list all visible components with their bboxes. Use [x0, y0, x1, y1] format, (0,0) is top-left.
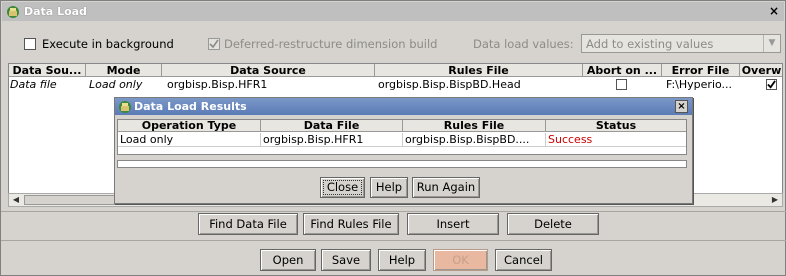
window-title: Data Load: [24, 5, 87, 18]
close-button[interactable]: Close: [320, 177, 365, 198]
help-button[interactable]: Help: [370, 177, 408, 198]
data-load-results-dialog: Data Load Results × Operation Type Data …: [114, 97, 693, 204]
cell-mode[interactable]: Load only: [88, 78, 162, 91]
ok-button[interactable]: OK: [433, 249, 488, 271]
cell-data-file[interactable]: orgbisp.Bisp.HFR1: [261, 133, 403, 146]
dialog-titlebar: Data Load Results: [115, 98, 692, 115]
deferred-restructure-label: Deferred-restructure dimension build: [224, 37, 438, 51]
find-data-file-button[interactable]: Find Data File: [198, 213, 298, 235]
cell-error-file[interactable]: F:\Hyperio...: [665, 78, 740, 91]
help-button[interactable]: Help: [378, 249, 426, 271]
close-icon[interactable]: ×: [675, 100, 688, 113]
data-load-values-value: Add to existing values: [586, 36, 714, 51]
cell-status[interactable]: Success: [546, 133, 686, 146]
cancel-button[interactable]: Cancel: [495, 249, 552, 271]
col-header-rules-file[interactable]: Rules File: [403, 120, 546, 132]
abort-on-error-checkbox[interactable]: [616, 79, 627, 90]
cell-rules-file[interactable]: orgbisp.Bisp.BispBD.Head: [377, 78, 583, 91]
chevron-down-icon[interactable]: ▼: [763, 35, 780, 52]
dialog-title: Data Load Results: [134, 100, 247, 113]
col-header-data-source[interactable]: Data Source: [162, 64, 375, 77]
scroll-left-icon[interactable]: ◀: [9, 194, 23, 206]
delete-button[interactable]: Delete: [507, 213, 599, 235]
execute-background-checkbox[interactable]: [24, 38, 36, 50]
window-close-button[interactable]: ×: [767, 4, 781, 18]
divider: [1, 211, 786, 212]
save-button[interactable]: Save: [321, 249, 371, 271]
insert-button[interactable]: Insert: [407, 213, 499, 235]
cell-data-source[interactable]: orgbisp.Bisp.HFR1: [166, 78, 375, 91]
col-header-mode[interactable]: Mode: [86, 64, 162, 77]
execute-background-label: Execute in background: [42, 37, 174, 51]
data-load-results-icon: [118, 100, 132, 114]
cell-rules-file[interactable]: orgbisp.Bisp.BispBD....: [403, 133, 546, 146]
window-titlebar: Data Load ×: [2, 2, 784, 21]
col-header-rules-file[interactable]: Rules File: [375, 64, 583, 77]
col-header-data-source-type[interactable]: Data Sou...: [9, 64, 86, 77]
col-header-operation-type[interactable]: Operation Type: [118, 120, 261, 132]
overwrite-checkbox[interactable]: [766, 79, 777, 90]
find-rules-file-button[interactable]: Find Rules File: [303, 213, 399, 235]
data-load-values-label: Data load values:: [473, 37, 574, 51]
cell-operation-type[interactable]: Load only: [118, 133, 261, 146]
data-load-values-select[interactable]: Add to existing values ▼: [581, 34, 781, 53]
cell-data-source-type[interactable]: Data file: [9, 78, 86, 91]
col-header-error-file[interactable]: Error File: [662, 64, 740, 77]
scroll-right-icon[interactable]: ▶: [768, 194, 782, 206]
data-load-icon: [6, 5, 20, 19]
results-table: Operation Type Data File Rules File Stat…: [117, 119, 687, 155]
checkmark-icon: [209, 39, 219, 49]
col-header-overwrite[interactable]: Overw: [740, 64, 782, 77]
col-header-data-file[interactable]: Data File: [261, 120, 403, 132]
data-load-window: Data Load × Execute in background Deferr…: [0, 0, 786, 276]
col-header-abort-on-error[interactable]: Abort on ...: [583, 64, 662, 77]
table-row[interactable]: Data file Load only orgbisp.Bisp.HFR1 or…: [9, 78, 782, 91]
divider: [1, 240, 786, 241]
grid-header: Data Sou... Mode Data Source Rules File …: [9, 64, 782, 77]
checkmark-icon: [767, 80, 776, 89]
run-again-button[interactable]: Run Again: [412, 177, 480, 198]
open-button[interactable]: Open: [260, 249, 316, 271]
col-header-status[interactable]: Status: [546, 120, 686, 132]
deferred-restructure-checkbox[interactable]: [208, 38, 220, 50]
progress-bar: [117, 160, 687, 168]
divider: [118, 146, 686, 147]
